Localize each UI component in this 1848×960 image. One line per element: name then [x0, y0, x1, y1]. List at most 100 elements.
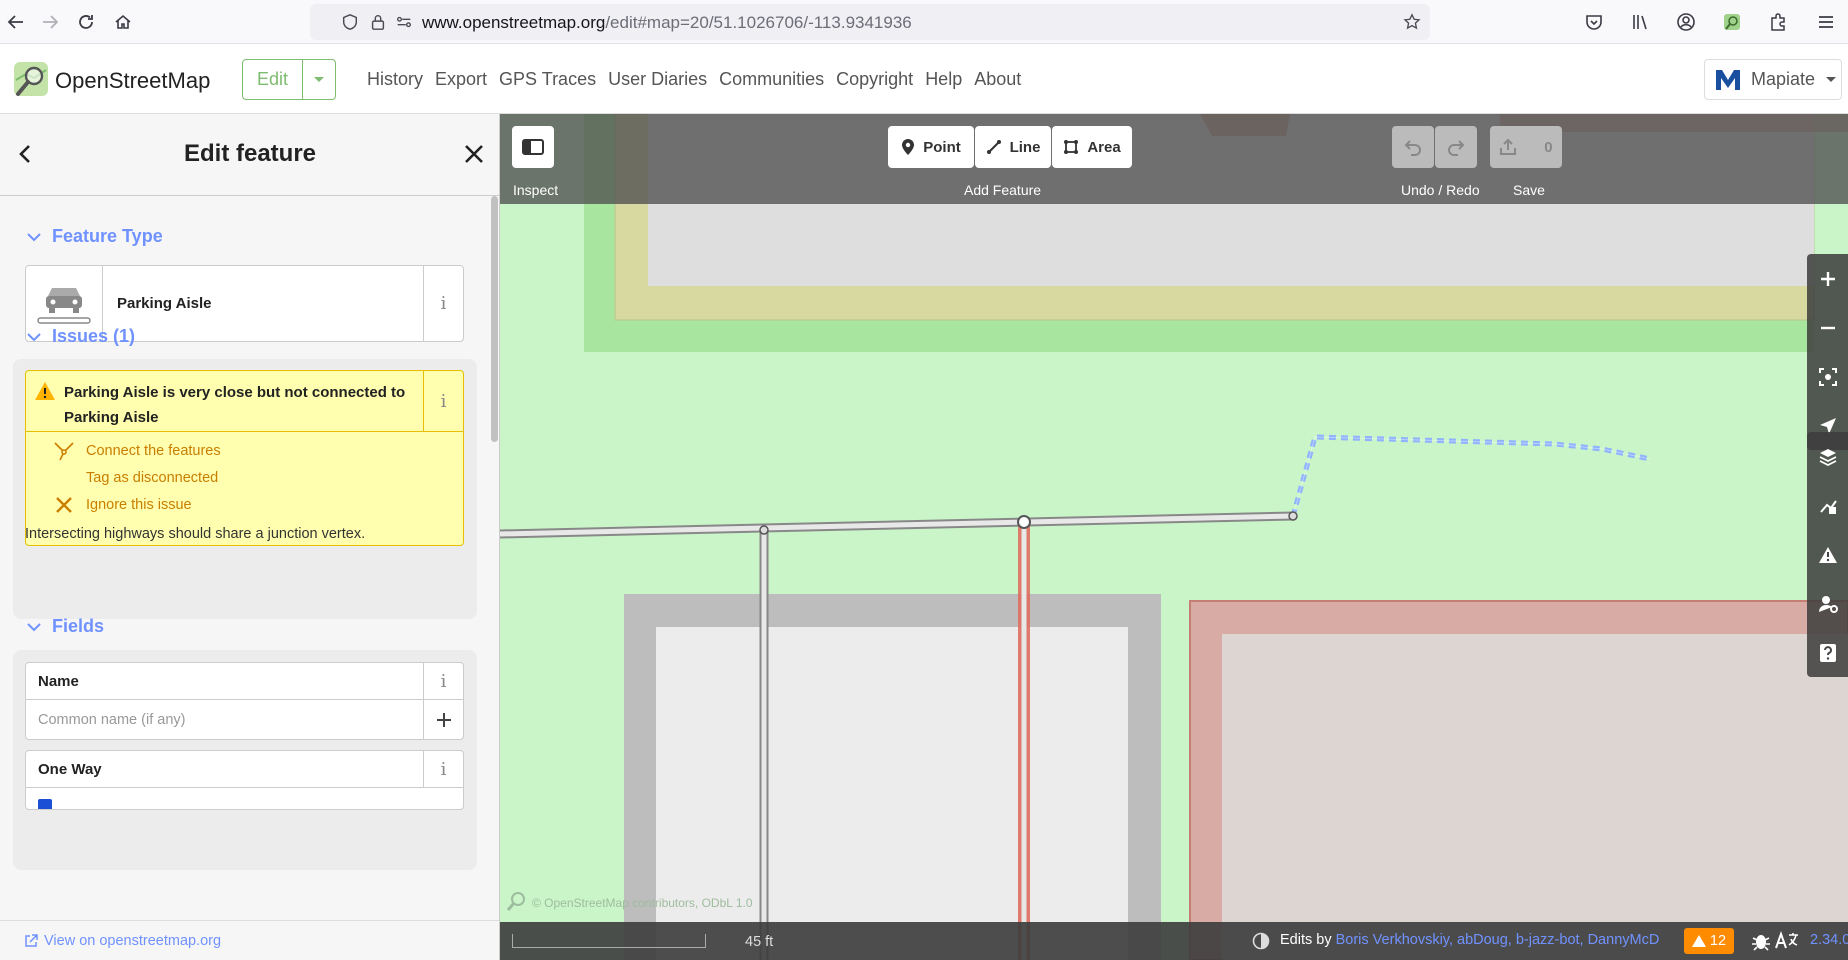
inspect-label: Inspect	[513, 182, 559, 198]
sidebar-toggle-icon	[522, 139, 544, 155]
extensions-puzzle-icon[interactable]	[1764, 8, 1792, 36]
oneway-checkbox[interactable]	[38, 799, 52, 809]
home-icon[interactable]	[109, 8, 137, 36]
undo-button[interactable]	[1392, 126, 1434, 168]
lock-icon[interactable]	[368, 12, 388, 32]
vertex[interactable]	[1288, 511, 1298, 521]
hamburger-menu-icon[interactable]	[1812, 8, 1840, 36]
field-name-info-icon[interactable]: i	[423, 663, 463, 700]
feature-type-toggle[interactable]: Feature Type	[26, 226, 163, 247]
redo-icon	[1448, 140, 1465, 156]
library-icon[interactable]	[1626, 8, 1654, 36]
fields-panel: Name i Common name (if any) One Way i	[13, 650, 477, 870]
zoom-in-icon[interactable]	[1807, 254, 1848, 303]
fix-tag-disconnected[interactable]: Tag as disconnected	[26, 465, 463, 491]
version-link[interactable]: 2.34.0	[1810, 932, 1848, 948]
issues-heading: Issues (1)	[52, 326, 136, 346]
fields-heading: Fields	[52, 616, 105, 636]
map-features[interactable]	[500, 114, 1848, 960]
save-button[interactable]: 0	[1490, 126, 1562, 168]
account-icon[interactable]	[1672, 8, 1700, 36]
attribution-logo-icon[interactable]	[506, 890, 528, 912]
field-oneway-info-icon[interactable]: i	[423, 751, 463, 788]
add-line-button[interactable]: Line	[975, 126, 1051, 168]
zoom-to-selection-icon[interactable]	[1807, 352, 1848, 401]
brand-name[interactable]: OpenStreetMap	[55, 68, 210, 94]
edit-button-group: Edit	[242, 59, 336, 100]
url-bar[interactable]: www.openstreetmap.org/edit#map=20/51.102…	[310, 4, 1430, 40]
osm-logo-icon[interactable]	[12, 60, 50, 98]
fix-connect[interactable]: Connect the features	[26, 438, 463, 464]
extension-osm-icon[interactable]	[1718, 8, 1746, 36]
permissions-icon[interactable]	[394, 12, 414, 32]
name-input[interactable]: Common name (if any)	[26, 700, 423, 739]
bug-report-icon[interactable]	[1750, 930, 1772, 952]
nav-history[interactable]: History	[367, 69, 423, 90]
nav-copyright[interactable]: Copyright	[836, 69, 913, 90]
history-panel-icon[interactable]	[1252, 932, 1270, 950]
translate-icon[interactable]	[1774, 930, 1800, 952]
fix-ignore[interactable]: Ignore this issue	[26, 492, 463, 518]
edit-dropdown-caret-icon[interactable]	[303, 60, 335, 99]
map-data-icon[interactable]	[1807, 481, 1848, 530]
add-localized-name-icon[interactable]	[423, 700, 463, 739]
editors-list[interactable]: Boris Verkhovskiy, abDoug, b-jazz-bot, D…	[1336, 932, 1660, 948]
user-name: Mapiate	[1751, 69, 1816, 89]
sidebar-scrollbar[interactable]	[491, 196, 498, 836]
nav-about[interactable]: About	[974, 69, 1021, 90]
user-avatar	[1713, 66, 1743, 93]
nav-communities[interactable]: Communities	[719, 69, 824, 90]
sidebar-header: Edit feature	[0, 114, 499, 196]
sidebar: Edit feature Feature Type Parking Aisle …	[0, 114, 500, 960]
preferences-icon[interactable]	[1807, 579, 1848, 628]
inspect-button[interactable]	[512, 126, 554, 168]
user-menu-button[interactable]: Mapiate	[1704, 59, 1842, 100]
add-point-button[interactable]: Point	[888, 126, 974, 168]
layers-icon[interactable]	[1807, 432, 1848, 481]
map-attribution[interactable]: © OpenStreetMap contributors, ODbL 1.0	[532, 896, 753, 910]
issue-info-icon[interactable]: i	[423, 371, 463, 432]
nav-user-diaries[interactable]: User Diaries	[608, 69, 707, 90]
field-oneway: One Way i	[25, 750, 464, 810]
scrollbar-thumb[interactable]	[491, 196, 498, 442]
scale-bar[interactable]	[512, 934, 706, 948]
point-icon	[902, 139, 915, 155]
url-text: www.openstreetmap.org/edit#map=20/51.102…	[422, 13, 912, 32]
nav-export[interactable]: Export	[435, 69, 487, 90]
osm-header: OpenStreetMap Edit History Export GPS Tr…	[0, 44, 1848, 114]
fields-toggle[interactable]: Fields	[26, 616, 104, 637]
redo-button[interactable]	[1435, 126, 1477, 168]
issue-header[interactable]: Parking Aisle is very close but not conn…	[26, 371, 463, 432]
edits-by: Edits by Boris Verkhovskiy, abDoug, b-ja…	[1280, 932, 1660, 948]
feature-type-heading: Feature Type	[52, 226, 163, 246]
pocket-icon[interactable]	[1580, 8, 1608, 36]
issues-warning-icon[interactable]	[1807, 530, 1848, 579]
field-oneway-label: One Way	[26, 751, 423, 788]
selected-vertex[interactable]	[1017, 515, 1031, 529]
map-toolbar	[500, 114, 1848, 204]
map-canvas[interactable]: Inspect Point Line Area Add Feature Undo…	[500, 114, 1848, 960]
back-arrow-icon[interactable]	[2, 8, 30, 36]
zoom-out-icon[interactable]	[1807, 303, 1848, 352]
reload-icon[interactable]	[72, 8, 100, 36]
issues-toggle[interactable]: Issues (1)	[26, 326, 135, 347]
issues-count-badge[interactable]: 12	[1684, 928, 1734, 954]
vertex[interactable]	[759, 525, 769, 535]
help-icon[interactable]	[1807, 628, 1848, 677]
field-name-label: Name	[26, 663, 423, 700]
add-area-button[interactable]: Area	[1052, 126, 1132, 168]
ignore-x-icon	[50, 494, 78, 516]
nav-gps-traces[interactable]: GPS Traces	[499, 69, 596, 90]
nav-help[interactable]: Help	[925, 69, 962, 90]
upload-icon	[1500, 138, 1517, 155]
browser-toolbar: www.openstreetmap.org/edit#map=20/51.102…	[0, 0, 1848, 44]
forward-arrow-icon[interactable]	[36, 8, 64, 36]
close-icon[interactable]	[462, 142, 486, 166]
feature-info-icon[interactable]: i	[423, 266, 463, 341]
edit-button[interactable]: Edit	[243, 60, 303, 99]
view-on-osm-link[interactable]: View on openstreetmap.org	[0, 920, 499, 960]
bookmark-star-icon[interactable]	[1402, 12, 1422, 32]
save-label: Save	[1513, 182, 1545, 198]
map-pane-controls	[1807, 432, 1848, 677]
shield-icon[interactable]	[340, 12, 360, 32]
